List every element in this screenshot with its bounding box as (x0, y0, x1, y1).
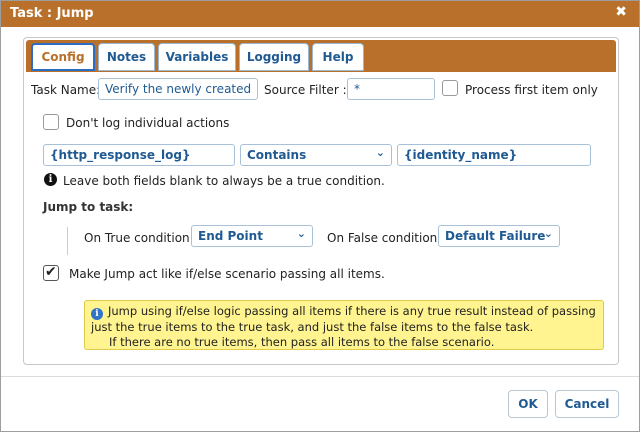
source-filter-input[interactable]: * (347, 78, 435, 100)
task-jump-dialog: Task : Jump ✖ Config Notes Variables Log… (0, 0, 640, 432)
source-filter-label: Source Filter : (264, 83, 347, 97)
condition-left-input[interactable]: {http_response_log} (43, 144, 235, 166)
indent-divider (67, 227, 68, 255)
chevron-down-icon: ⌄ (375, 146, 385, 159)
condition-operator-value: Contains (247, 148, 307, 162)
jump-heading: Jump to task: (43, 200, 134, 214)
notice-line-2: just the true items to the true task, an… (91, 320, 534, 334)
cancel-button[interactable]: Cancel (555, 390, 619, 418)
ifelse-label: Make Jump act like if/else scenario pass… (69, 267, 385, 281)
condition-hint: Leave both fields blank to always be a t… (63, 174, 385, 188)
chevron-down-icon: ⌄ (296, 227, 306, 240)
false-condition-value: Default Failure (445, 229, 546, 243)
notice-line-3: If there are no true items, then pass al… (109, 335, 495, 349)
tab-logging[interactable]: Logging (239, 43, 309, 71)
footer-divider (1, 376, 639, 377)
close-icon[interactable]: ✖ (615, 4, 627, 20)
task-name-input[interactable]: Verify the newly created (98, 78, 258, 100)
ok-button[interactable]: OK (508, 390, 548, 418)
chevron-down-icon: ⌄ (543, 227, 553, 240)
task-name-label: Task Name: (31, 83, 101, 97)
true-condition-value: End Point (198, 229, 263, 243)
false-condition-label: On False condition: (327, 231, 442, 245)
false-condition-select[interactable]: Default Failure ⌄ (438, 225, 560, 247)
tab-notes[interactable]: Notes (98, 43, 155, 71)
dont-log-label: Don't log individual actions (66, 116, 230, 130)
dialog-titlebar[interactable]: Task : Jump ✖ (1, 1, 639, 27)
dont-log-checkbox[interactable] (43, 114, 59, 130)
tab-variables[interactable]: Variables (158, 43, 236, 71)
ifelse-checkbox[interactable]: ✔ (43, 264, 59, 281)
condition-operator-select[interactable]: Contains ⌄ (240, 144, 392, 166)
notice-line-1: Jump using if/else logic passing all ite… (108, 304, 596, 318)
condition-right-input[interactable]: {identity_name} (397, 144, 591, 166)
process-first-checkbox[interactable] (442, 80, 458, 96)
checkmark-icon: ✔ (45, 264, 57, 280)
tab-config[interactable]: Config (31, 43, 95, 71)
dialog-title: Task : Jump (10, 6, 94, 21)
true-condition-select[interactable]: End Point ⌄ (191, 225, 313, 247)
tab-help[interactable]: Help (312, 43, 364, 71)
ifelse-notice: i Jump using if/else logic passing all it… (84, 300, 604, 350)
process-first-label: Process first item only (465, 83, 598, 97)
info-circle-icon: i (91, 308, 103, 320)
true-condition-label: On True condition: (84, 231, 194, 245)
info-icon: i (44, 173, 57, 186)
tab-bar: Config Notes Variables Logging Help (26, 40, 616, 72)
